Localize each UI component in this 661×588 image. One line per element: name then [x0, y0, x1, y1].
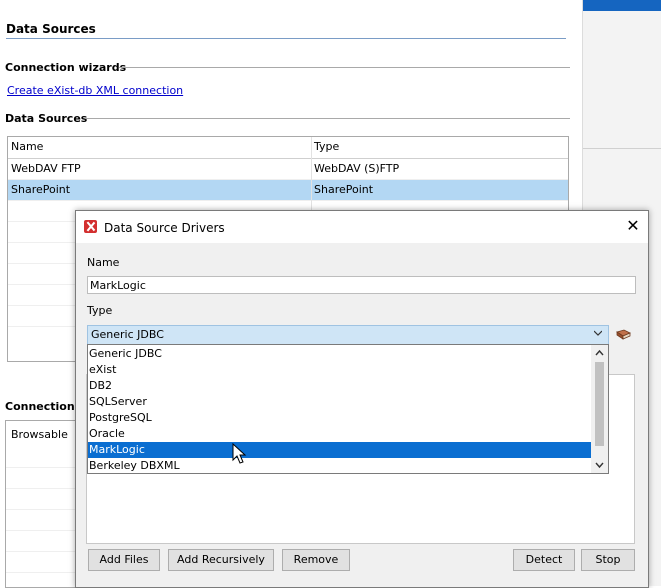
- row-type: SharePoint: [314, 183, 374, 196]
- dialog-title: Data Source Drivers: [104, 221, 225, 235]
- table-row-empty[interactable]: [6, 489, 78, 510]
- connections-table[interactable]: Browsable: [5, 420, 78, 588]
- type-option[interactable]: Generic JDBC: [88, 346, 591, 362]
- close-icon[interactable]: ✕: [624, 217, 642, 235]
- detect-button[interactable]: Detect: [513, 549, 575, 571]
- table-row-empty[interactable]: [6, 531, 78, 552]
- stop-button[interactable]: Stop: [581, 549, 635, 571]
- row-name: SharePoint: [11, 183, 71, 196]
- book-icon[interactable]: [616, 329, 631, 341]
- connections-heading: Connections: [5, 400, 82, 413]
- oxygen-app-icon: [84, 220, 97, 233]
- table-row-empty[interactable]: [6, 552, 78, 573]
- chevron-down-icon: [594, 330, 602, 336]
- dropdown-scrollbar[interactable]: [591, 345, 608, 473]
- column-header-browsable[interactable]: Browsable: [9, 425, 68, 445]
- type-label: Type: [87, 304, 113, 317]
- name-input[interactable]: MarkLogic: [87, 276, 636, 294]
- type-option[interactable]: eXist: [88, 362, 591, 378]
- divider-line: [583, 148, 661, 149]
- type-option[interactable]: Oracle: [88, 426, 591, 442]
- mouse-cursor-icon: [232, 443, 247, 464]
- data-sources-heading: Data Sources: [5, 112, 88, 125]
- title-separator: [6, 38, 566, 39]
- type-dropdown-list[interactable]: Generic JDBC eXist DB2 SQLServer Postgre…: [87, 344, 609, 474]
- data-sources-separator: [86, 118, 570, 119]
- type-option[interactable]: DB2: [88, 378, 591, 394]
- scrollbar-thumb[interactable]: [595, 362, 604, 446]
- data-source-drivers-dialog: Data Source Drivers ✕ Name MarkLogic Typ…: [75, 210, 649, 588]
- type-select-value: Generic JDBC: [91, 328, 164, 341]
- table-header: [8, 137, 568, 159]
- name-label: Name: [87, 256, 120, 269]
- connection-wizards-heading: Connection wizards: [5, 61, 127, 74]
- dialog-title-bar[interactable]: Data Source Drivers ✕: [76, 211, 648, 243]
- type-select[interactable]: Generic JDBC: [87, 325, 609, 345]
- page-title: Data Sources: [6, 22, 96, 36]
- create-exist-connection-link[interactable]: Create eXist-db XML connection: [7, 84, 183, 97]
- table-row-empty[interactable]: [6, 468, 78, 489]
- add-recursively-button[interactable]: Add Recursively: [168, 549, 274, 571]
- column-header-type[interactable]: Type: [312, 137, 339, 157]
- column-header-name[interactable]: Name: [9, 137, 43, 157]
- chevron-up-icon[interactable]: [591, 345, 608, 361]
- row-type: WebDAV (S)FTP: [314, 162, 400, 175]
- table-row-selected[interactable]: SharePoint SharePoint: [8, 180, 568, 201]
- table-row-empty[interactable]: [6, 447, 78, 468]
- accent-bar: [583, 0, 661, 11]
- type-option[interactable]: SQLServer: [88, 394, 591, 410]
- row-name: WebDAV FTP: [11, 162, 81, 175]
- remove-button[interactable]: Remove: [282, 549, 350, 571]
- type-option[interactable]: PostgreSQL: [88, 410, 591, 426]
- type-option[interactable]: Berkeley DBXML: [88, 458, 591, 474]
- type-option-highlighted[interactable]: MarkLogic: [88, 442, 591, 458]
- wizards-separator: [119, 67, 570, 68]
- add-files-button[interactable]: Add Files: [88, 549, 160, 571]
- chevron-down-icon[interactable]: [591, 457, 608, 473]
- table-row-empty[interactable]: [6, 510, 78, 531]
- table-row[interactable]: WebDAV FTP WebDAV (S)FTP: [8, 159, 568, 180]
